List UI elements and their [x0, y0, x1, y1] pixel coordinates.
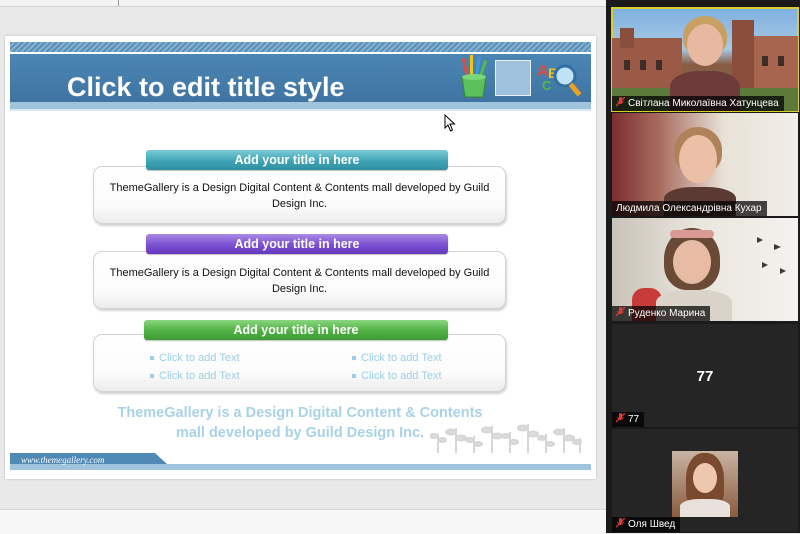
mic-muted-icon	[616, 307, 625, 317]
bullet-text: Click to add Text	[159, 370, 240, 382]
participant-tile[interactable]: Оля Швед	[612, 429, 798, 532]
mic-muted-icon	[616, 97, 625, 107]
svg-text:C: C	[542, 78, 552, 93]
participant-name: Людмила Олександрівна Кухар	[616, 203, 762, 214]
participant-name-label: Людмила Олександрівна Кухар	[612, 201, 767, 216]
bullet-icon	[352, 356, 356, 361]
bullet-icon	[150, 356, 154, 361]
slide: Click to edit title style A B C ThemeGal…	[5, 36, 596, 479]
content-box-2[interactable]: ThemeGallery is a Design Digital Content…	[93, 251, 506, 309]
participant-name: Руденко Марина	[628, 308, 706, 319]
section-title-2[interactable]: Add your title in here	[146, 234, 448, 254]
participant-tile[interactable]: Людмила Олександрівна Кухар	[612, 113, 798, 216]
participant-name-label: Оля Швед	[612, 517, 681, 532]
content-box-3[interactable]: Click to add Text Click to add Text Clic…	[93, 334, 506, 392]
pencil-cup-icon	[461, 55, 487, 98]
bullet-item[interactable]: Click to add Text	[150, 352, 240, 364]
section-title-3[interactable]: Add your title in here	[144, 320, 448, 340]
participant-display-name: 77	[696, 368, 714, 385]
slide-footer-shape	[155, 453, 591, 464]
slide-header-accent	[10, 102, 591, 109]
participant-tile[interactable]: Руденко Марина	[612, 218, 798, 321]
bottom-toolbar-strip	[0, 509, 606, 534]
participant-avatar	[672, 451, 738, 517]
participant-name-label: Руденко Марина	[612, 306, 711, 321]
tagline-line-1: ThemeGallery is a Design Digital Content…	[117, 405, 483, 421]
mouse-cursor-icon	[444, 114, 456, 132]
bullet-text: Click to add Text	[361, 352, 442, 364]
box-body-text: ThemeGallery is a Design Digital Content…	[109, 267, 490, 295]
bullet-text: Click to add Text	[361, 370, 442, 382]
participant-name: 77	[628, 414, 640, 425]
bullet-item[interactable]: Click to add Text	[150, 370, 240, 382]
bullet-item[interactable]: Click to add Text	[352, 352, 442, 364]
bullet-icon	[352, 374, 356, 379]
decorative-square	[495, 60, 531, 96]
mic-muted-icon	[616, 518, 625, 528]
content-box-1[interactable]: ThemeGallery is a Design Digital Content…	[93, 166, 506, 224]
bullet-item[interactable]: Click to add Text	[352, 370, 442, 382]
participant-name-label: Світлана Миколаївна Хатунцева	[612, 96, 784, 111]
abc-magnifier-icon: A B C	[537, 63, 582, 97]
slide-title[interactable]: Click to edit title style	[67, 72, 345, 103]
bullet-icon	[150, 374, 154, 379]
slide-header-line	[10, 109, 591, 111]
participant-tile[interactable]: 77 77	[612, 324, 798, 427]
participant-tile[interactable]: Світлана Миколаївна Хатунцева	[611, 7, 799, 112]
mic-muted-icon	[616, 413, 625, 423]
top-toolbar-strip	[0, 0, 606, 7]
slide-header-hatch	[10, 42, 591, 52]
box-body-text: ThemeGallery is a Design Digital Content…	[109, 182, 490, 210]
participant-name-label: 77	[612, 412, 645, 427]
bullet-text: Click to add Text	[159, 352, 240, 364]
section-title-1[interactable]: Add your title in here	[146, 150, 448, 170]
participant-name: Оля Швед	[628, 519, 676, 530]
wall-stickers-icon	[757, 237, 786, 274]
participant-name: Світлана Миколаївна Хатунцева	[628, 98, 779, 109]
footer-url: www.themegallery.com	[21, 455, 105, 465]
